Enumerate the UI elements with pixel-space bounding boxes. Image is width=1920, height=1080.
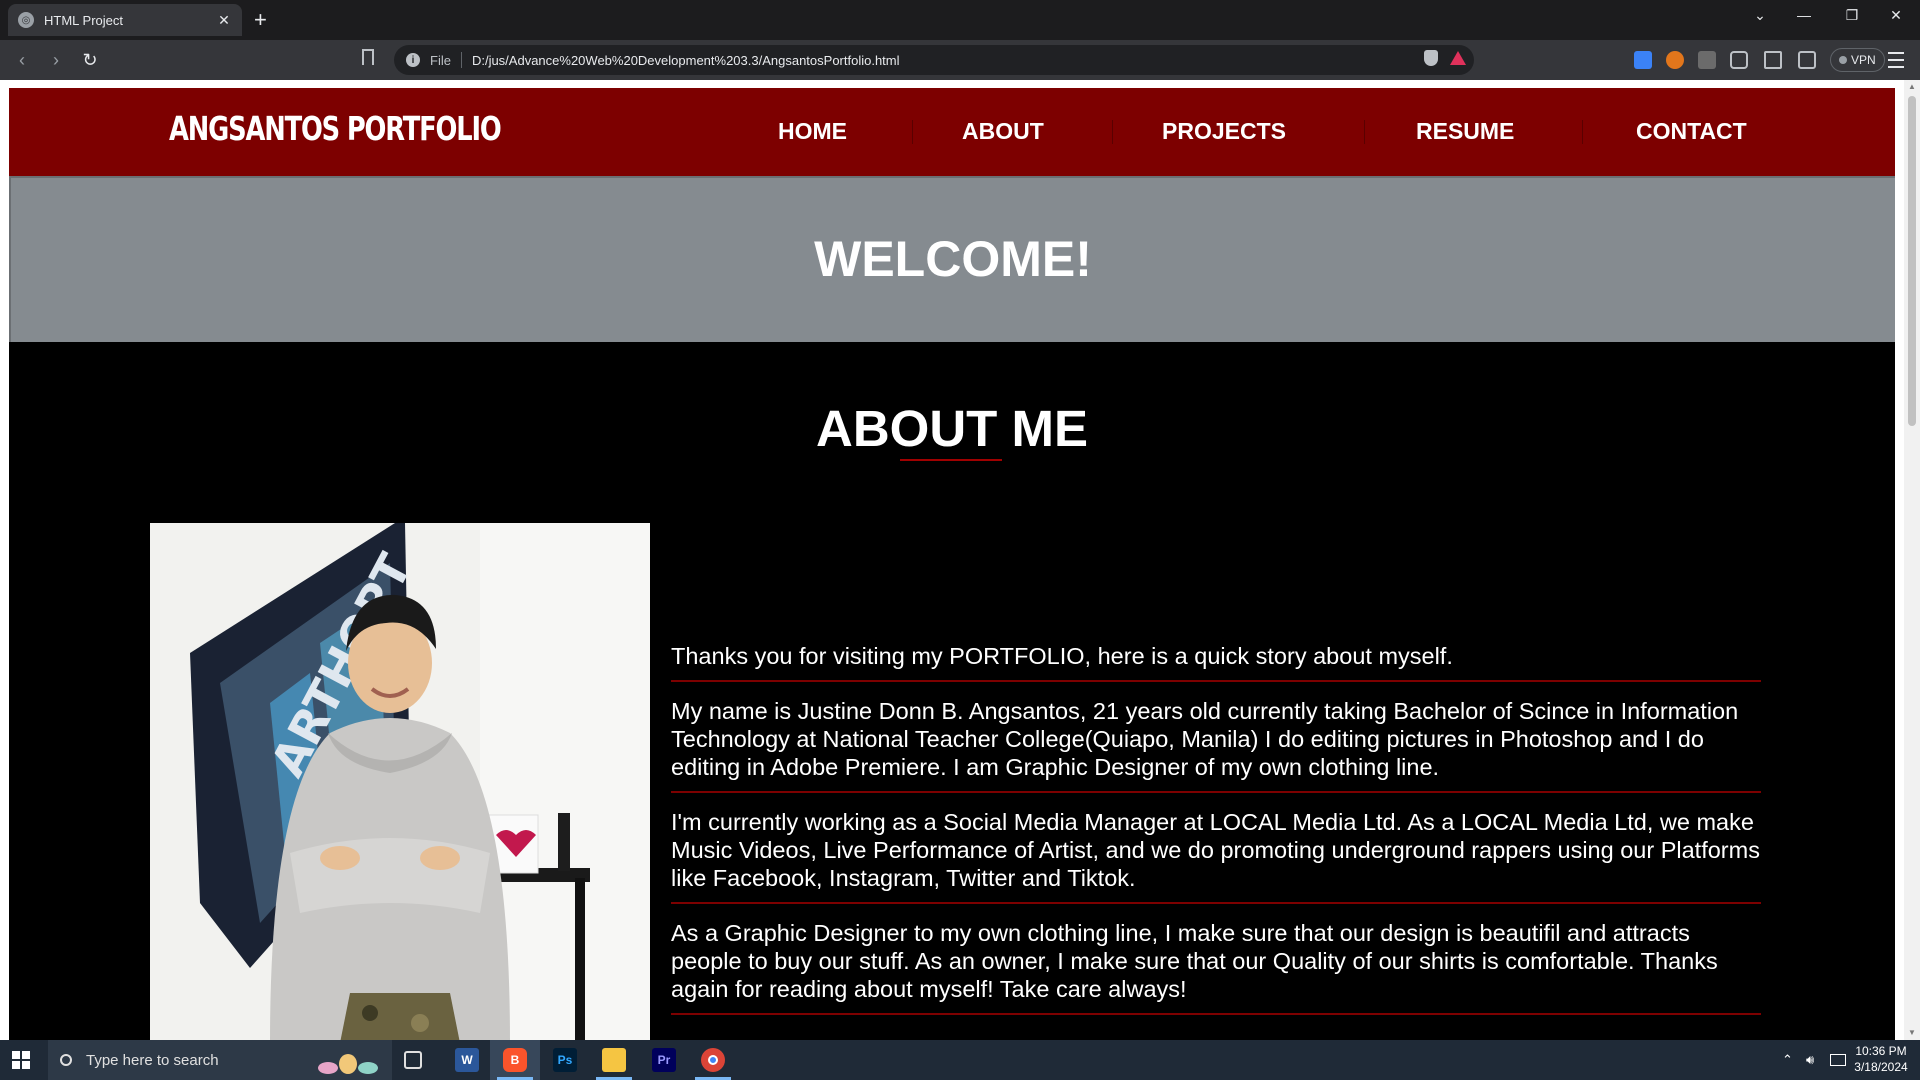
extension-icon[interactable]: [1634, 51, 1652, 69]
close-tab-icon[interactable]: ✕: [216, 12, 232, 29]
scroll-up-arrow[interactable]: ▲: [1904, 80, 1920, 94]
nav-divider: [1112, 120, 1113, 144]
address-bar[interactable]: i File D:/jus/Advance%20Web%20Developmen…: [394, 45, 1474, 75]
photoshop-icon[interactable]: Ps: [553, 1048, 577, 1072]
address-url[interactable]: D:/jus/Advance%20Web%20Development%203.3…: [472, 53, 900, 68]
hamburger-menu-icon[interactable]: [1888, 50, 1904, 70]
welcome-banner: WELCOME!: [9, 176, 1895, 342]
nav-divider: [912, 120, 913, 144]
minimize-button[interactable]: —: [1784, 2, 1824, 28]
nav-divider: [1364, 120, 1365, 144]
about-heading: ABOUT ME: [816, 400, 1088, 457]
about-paragraph: My name is Justine Donn B. Angsantos, 21…: [671, 697, 1761, 793]
page-viewport: ANGSANTOS PORTFOLIO HOME ABOUT PROJECTS …: [0, 80, 1904, 1040]
browser-tab-strip: ◎ HTML Project ✕ + ⌄ — ❐ ✕: [0, 0, 1920, 40]
about-paragraph: As a Graphic Designer to my own clothing…: [671, 919, 1761, 1015]
taskbar-clock[interactable]: 10:36 PM 3/18/2024: [1848, 1043, 1914, 1075]
info-icon[interactable]: i: [406, 53, 420, 67]
vpn-label: VPN: [1851, 53, 1876, 67]
nav-contact[interactable]: CONTACT: [1636, 118, 1747, 145]
page-scrollbar[interactable]: ▲ ▼: [1904, 80, 1920, 1040]
back-icon[interactable]: ‹: [10, 48, 34, 72]
search-highlight-icon: [318, 1054, 378, 1074]
forward-icon[interactable]: ›: [44, 48, 68, 72]
vpn-status-icon: [1839, 56, 1847, 64]
extension-icon[interactable]: [1698, 51, 1716, 69]
sidebar-icon[interactable]: [1764, 51, 1782, 69]
nav-home[interactable]: HOME: [778, 118, 847, 145]
chrome-icon[interactable]: [701, 1048, 725, 1072]
clock-date: 3/18/2024: [1854, 1060, 1908, 1074]
globe-icon: ◎: [18, 12, 34, 28]
metamask-icon[interactable]: [1666, 51, 1684, 69]
browser-tab[interactable]: ◎ HTML Project ✕: [8, 4, 242, 36]
taskbar-search[interactable]: Type here to search: [48, 1040, 392, 1080]
brave-shield-icon[interactable]: [1424, 50, 1438, 66]
nav-projects[interactable]: PROJECTS: [1162, 118, 1286, 145]
site-logo[interactable]: ANGSANTOS PORTFOLIO: [169, 109, 502, 148]
task-view-icon[interactable]: [404, 1051, 422, 1069]
tray-chevron-icon[interactable]: ⌃: [1782, 1052, 1793, 1068]
new-tab-button[interactable]: +: [254, 8, 267, 32]
scroll-down-arrow[interactable]: ▼: [1904, 1026, 1920, 1040]
about-paragraph: Thanks you for visiting my PORTFOLIO, he…: [671, 642, 1761, 682]
heading-underline: [900, 459, 1002, 461]
welcome-heading: WELCOME!: [814, 231, 1092, 287]
profile-photo: ARTHOPT: [150, 523, 650, 1040]
premiere-icon[interactable]: Pr: [652, 1048, 676, 1072]
tab-search-icon[interactable]: ⌄: [1740, 2, 1780, 28]
brave-rewards-icon[interactable]: [1450, 51, 1466, 65]
scroll-thumb[interactable]: [1908, 96, 1916, 426]
restore-button[interactable]: ❐: [1832, 2, 1872, 28]
vpn-button[interactable]: VPN: [1830, 48, 1885, 72]
about-text: Thanks you for visiting my PORTFOLIO, he…: [671, 642, 1761, 1030]
bookmark-icon[interactable]: [362, 49, 374, 65]
nav-about[interactable]: ABOUT: [962, 118, 1044, 145]
brave-icon[interactable]: B: [503, 1048, 527, 1072]
about-section: ABOUT ME ARTHOPT Thanks you for visiting…: [9, 342, 1895, 1040]
address-separator: [460, 52, 462, 68]
network-icon[interactable]: [1830, 1054, 1846, 1066]
search-icon: [60, 1054, 72, 1066]
tab-title: HTML Project: [44, 12, 123, 28]
close-window-button[interactable]: ✕: [1876, 2, 1916, 28]
file-explorer-icon[interactable]: [602, 1048, 626, 1072]
address-scheme: File: [430, 52, 451, 68]
clock-time: 10:36 PM: [1855, 1044, 1907, 1058]
windows-taskbar: Type here to search W B Ps Pr ⌃ 🔊︎ 10:36…: [0, 1040, 1920, 1080]
about-paragraph: I'm currently working as a Social Media …: [671, 808, 1761, 904]
word-icon[interactable]: W: [455, 1048, 479, 1072]
site-header: ANGSANTOS PORTFOLIO HOME ABOUT PROJECTS …: [9, 88, 1895, 176]
browser-toolbar: ‹ › ↻ i File D:/jus/Advance%20Web%20Deve…: [0, 40, 1920, 80]
reload-icon[interactable]: ↻: [78, 48, 102, 72]
puzzle-icon[interactable]: [1730, 51, 1748, 69]
wallet-icon[interactable]: [1798, 51, 1816, 69]
volume-icon[interactable]: 🔊︎: [1806, 1052, 1814, 1068]
nav-resume[interactable]: RESUME: [1416, 118, 1514, 145]
nav-divider: [1582, 120, 1583, 144]
windows-start-icon[interactable]: [12, 1051, 30, 1069]
search-placeholder: Type here to search: [86, 1051, 219, 1069]
